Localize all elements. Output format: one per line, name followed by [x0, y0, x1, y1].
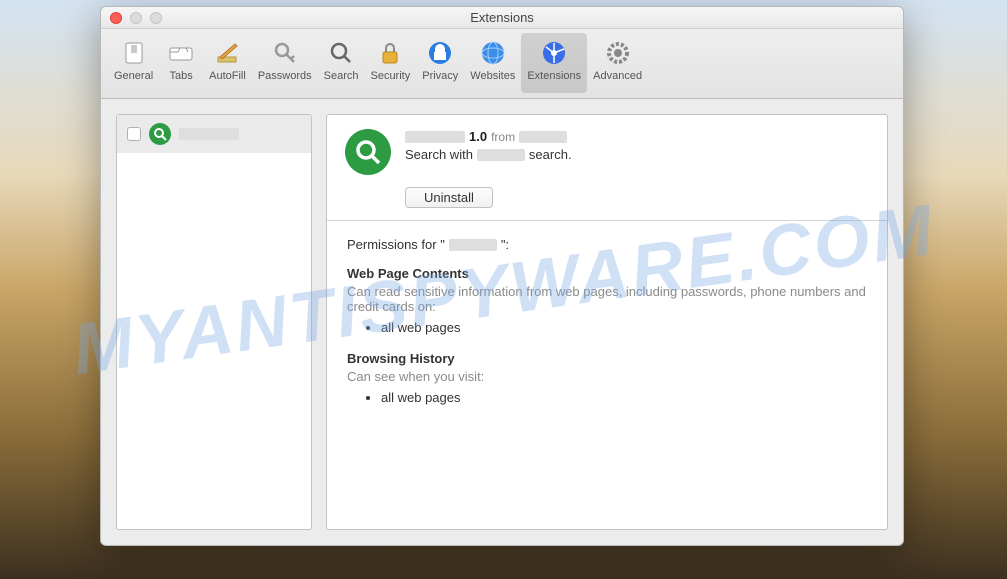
- window-title: Extensions: [101, 10, 903, 25]
- privacy-icon: [424, 37, 456, 69]
- perm-heading-prefix: Permissions for ": [347, 237, 445, 252]
- tab-label: Extensions: [527, 70, 581, 82]
- extension-version: 1.0: [469, 129, 487, 144]
- perm-heading-name-redacted: [449, 239, 497, 251]
- preferences-window: Extensions General Tabs AutoFill Passwor…: [100, 6, 904, 546]
- gear-icon: [602, 37, 634, 69]
- perm-heading-suffix: ":: [501, 237, 509, 252]
- titlebar: Extensions: [101, 7, 903, 29]
- permission-description: Can read sensitive information from web …: [347, 284, 867, 314]
- permission-description: Can see when you visit:: [347, 369, 867, 384]
- extension-icon: [149, 123, 171, 145]
- tab-label: Tabs: [170, 70, 193, 82]
- extension-name-redacted: [179, 128, 239, 140]
- extension-list-item[interactable]: [117, 115, 311, 153]
- tab-label: Search: [324, 70, 359, 82]
- content-area: 1.0 from Search with search. Uninstall: [101, 99, 903, 545]
- extension-large-icon: [345, 129, 391, 175]
- tab-passwords[interactable]: Passwords: [252, 33, 318, 93]
- extension-name-redacted: [405, 131, 465, 143]
- tab-label: Privacy: [422, 70, 458, 82]
- detail-header: 1.0 from Search with search. Uninstall: [327, 115, 887, 221]
- globe-icon: [477, 37, 509, 69]
- tab-autofill[interactable]: AutoFill: [203, 33, 252, 93]
- permission-section-webpage: Web Page Contents Can read sensitive inf…: [347, 266, 867, 335]
- permissions-heading: Permissions for " ":: [347, 237, 867, 252]
- desc-suffix: search.: [529, 147, 572, 162]
- tab-label: Advanced: [593, 70, 642, 82]
- tab-label: Websites: [470, 70, 515, 82]
- permissions-panel: Permissions for " ": Web Page Contents C…: [327, 221, 887, 437]
- permission-list-item: all web pages: [381, 320, 867, 335]
- extension-publisher-redacted: [519, 131, 567, 143]
- tab-label: General: [114, 70, 153, 82]
- uninstall-button[interactable]: Uninstall: [405, 187, 493, 208]
- permission-list: all web pages: [347, 390, 867, 405]
- autofill-icon: [211, 37, 243, 69]
- permission-title: Browsing History: [347, 351, 867, 366]
- tab-extensions[interactable]: Extensions: [521, 33, 587, 93]
- general-icon: [118, 37, 150, 69]
- tab-general[interactable]: General: [108, 33, 159, 93]
- from-label: from: [491, 130, 515, 144]
- tab-security[interactable]: Security: [364, 33, 416, 93]
- permission-title: Web Page Contents: [347, 266, 867, 281]
- tab-advanced[interactable]: Advanced: [587, 33, 648, 93]
- permission-list-item: all web pages: [381, 390, 867, 405]
- desc-prefix: Search with: [405, 147, 473, 162]
- tab-label: Passwords: [258, 70, 312, 82]
- tab-search[interactable]: Search: [318, 33, 365, 93]
- key-icon: [269, 37, 301, 69]
- desc-redacted: [477, 149, 525, 161]
- extension-checkbox[interactable]: [127, 127, 141, 141]
- permission-list: all web pages: [347, 320, 867, 335]
- permission-section-history: Browsing History Can see when you visit:…: [347, 351, 867, 405]
- extensions-sidebar: [116, 114, 312, 530]
- extension-description: Search with search.: [405, 147, 869, 162]
- search-icon: [325, 37, 357, 69]
- lock-icon: [374, 37, 406, 69]
- extension-title-line: 1.0 from: [405, 129, 869, 144]
- tab-label: Security: [370, 70, 410, 82]
- tab-tabs[interactable]: Tabs: [159, 33, 203, 93]
- tab-websites[interactable]: Websites: [464, 33, 521, 93]
- extensions-icon: [538, 37, 570, 69]
- tab-label: AutoFill: [209, 70, 246, 82]
- tabs-icon: [165, 37, 197, 69]
- extension-detail-panel: 1.0 from Search with search. Uninstall: [326, 114, 888, 530]
- preferences-toolbar: General Tabs AutoFill Passwords Search: [101, 29, 903, 99]
- tab-privacy[interactable]: Privacy: [416, 33, 464, 93]
